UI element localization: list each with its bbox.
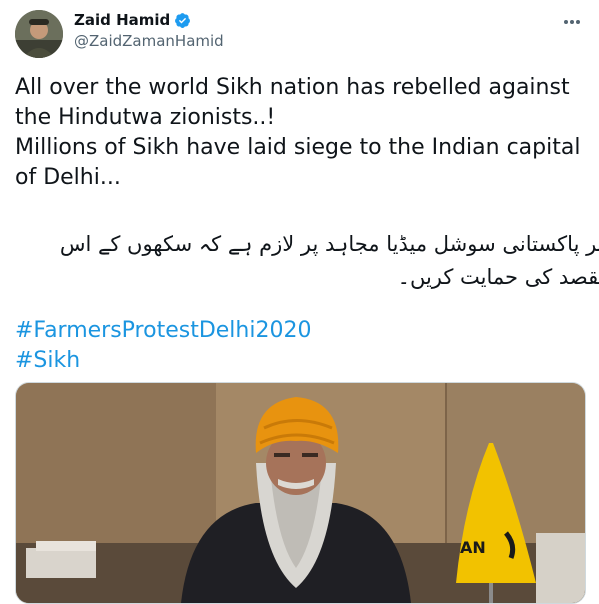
flag-text: AN — [460, 538, 486, 557]
hashtag-link[interactable]: #FarmersProtestDelhi2020 — [15, 316, 311, 346]
tweet-text-line: Millions of Sikh have laid siege to the … — [15, 135, 581, 190]
author-handle[interactable]: @ZaidZamanHamid — [74, 32, 224, 50]
verified-badge-icon — [174, 12, 191, 29]
tweet-video-thumbnail[interactable]: AN — [15, 382, 586, 604]
tweet-text: All over the world Sikh nation has rebel… — [15, 73, 585, 193]
hashtag-link[interactable]: #Sikh — [15, 346, 311, 376]
tweet-urdu-text: ہر پاکستانی سوشل میڈیا مجاہد پر لازم ہے … — [59, 232, 599, 289]
avatar-image — [15, 10, 63, 58]
video-frame-image: AN — [16, 383, 585, 603]
tweet-text-line: All over the world Sikh nation has rebel… — [15, 75, 570, 130]
author-display-name[interactable]: Zaid Hamid — [74, 11, 170, 29]
more-options-icon[interactable] — [561, 14, 583, 28]
hashtag-list: #FarmersProtestDelhi2020 #Sikh — [15, 316, 311, 376]
avatar[interactable] — [15, 10, 63, 58]
author-name-row[interactable]: Zaid Hamid — [74, 11, 191, 29]
